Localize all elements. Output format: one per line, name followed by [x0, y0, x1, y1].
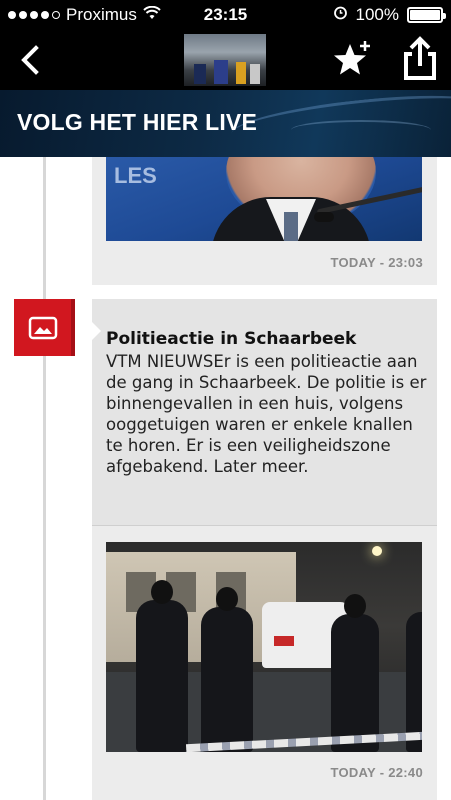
post-body: VTM NIEUWSEr is een politieactie aan de … — [106, 352, 427, 476]
nav-bar — [0, 30, 451, 90]
item-timestamp: TODAY - 22:40 — [330, 765, 423, 780]
star-plus-icon — [334, 41, 370, 75]
post-title: Politieactie in Schaarbeek — [106, 329, 357, 349]
status-bar: Proximus 23:15 100% — [0, 0, 451, 30]
share-button[interactable] — [398, 36, 442, 82]
news-photo[interactable] — [106, 542, 422, 752]
item-timestamp: TODAY - 23:03 — [330, 255, 423, 270]
timeline-line — [43, 157, 46, 800]
share-icon — [404, 36, 436, 80]
battery-icon — [407, 7, 446, 23]
feed-item: Politieactie in Schaarbeek VTM NIEUWSEr … — [91, 299, 437, 800]
news-photo[interactable]: LES — [106, 157, 422, 241]
status-right: 100% — [333, 5, 446, 25]
photo-background-text: LES — [114, 163, 157, 188]
add-favorite-button[interactable] — [330, 38, 376, 82]
live-thumbnail[interactable] — [184, 34, 266, 86]
banner-title: VOLG HET HIER LIVE — [17, 109, 258, 135]
post-text-block: Politieactie in Schaarbeek VTM NIEUWSEr … — [91, 299, 437, 526]
back-button[interactable] — [10, 38, 50, 82]
image-icon — [28, 316, 57, 339]
feed-item: LES TODAY - 23:03 — [92, 157, 437, 285]
battery-percent: 100% — [355, 5, 399, 24]
timeline-marker — [14, 299, 75, 356]
live-banner[interactable]: VOLG HET HIER LIVE — [0, 90, 451, 157]
alarm-clock-icon — [333, 5, 348, 25]
chevron-left-icon — [21, 45, 39, 75]
